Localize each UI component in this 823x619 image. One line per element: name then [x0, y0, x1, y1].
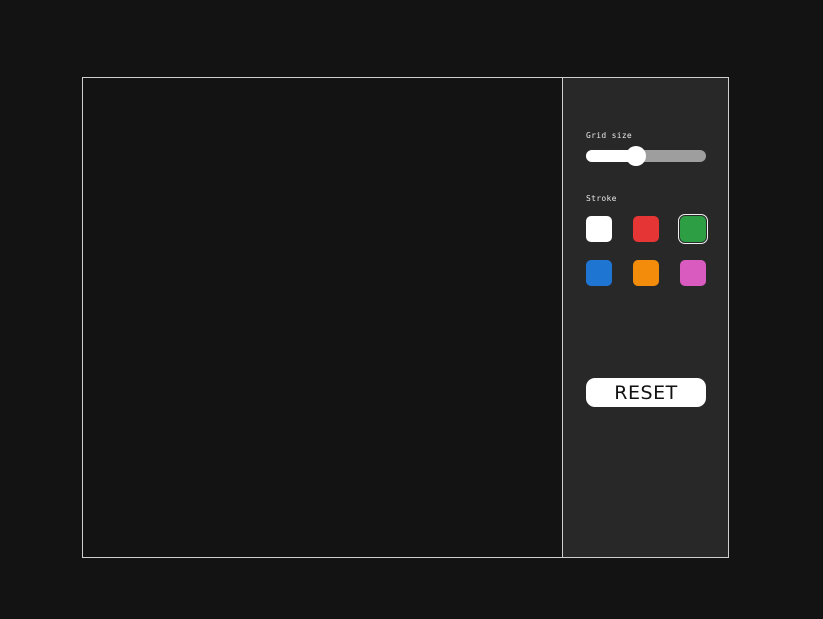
stroke-swatch-blue[interactable]	[586, 260, 612, 286]
grid-size-slider[interactable]	[586, 146, 706, 166]
stroke-swatch-pink[interactable]	[680, 260, 706, 286]
stroke-swatch-green[interactable]	[677, 213, 709, 245]
control-panel: Grid size Stroke RESET	[563, 78, 728, 557]
stroke-swatch-red[interactable]	[633, 216, 659, 242]
drawing-canvas[interactable]	[83, 78, 563, 557]
app-frame: Grid size Stroke RESET	[82, 77, 729, 558]
stroke-swatch-white[interactable]	[586, 216, 612, 242]
grid-size-slider-thumb[interactable]	[626, 146, 647, 166]
reset-button[interactable]: RESET	[586, 378, 706, 407]
grid-size-label: Grid size	[586, 131, 633, 140]
stroke-label: Stroke	[586, 194, 617, 203]
stroke-swatch-orange[interactable]	[633, 260, 659, 286]
